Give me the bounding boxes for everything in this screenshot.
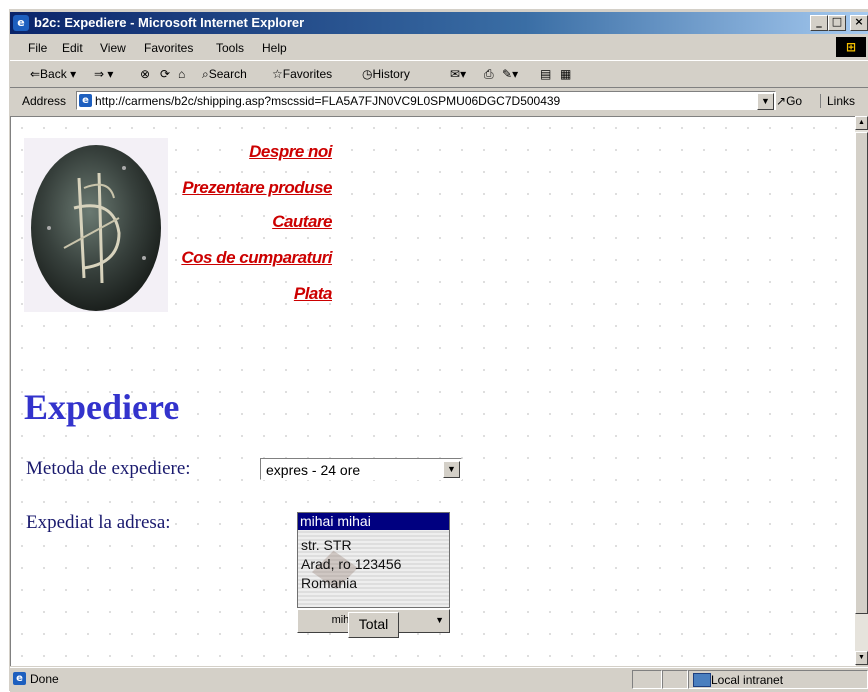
- address-bar: Address e http://carmens/b2c/shipping.as…: [10, 88, 868, 114]
- address-country: Romania: [301, 575, 358, 591]
- edit-button[interactable]: ✎▾: [502, 67, 518, 81]
- security-zone-panel: Local intranet: [688, 670, 868, 689]
- status-bar: e Done Local intranet: [10, 667, 868, 692]
- menu-file[interactable]: File: [28, 41, 47, 55]
- minimize-button[interactable]: _: [810, 15, 828, 31]
- forward-button[interactable]: ⇒ ▾: [94, 67, 113, 81]
- total-button[interactable]: Total: [348, 612, 399, 638]
- status-text: Done: [30, 672, 59, 686]
- mail-dropdown: ▾: [460, 67, 467, 81]
- windows-logo-icon: ⊞: [836, 37, 866, 57]
- menu-bar: File Edit View Favorites Tools Help ⊞: [10, 36, 868, 58]
- favorites-icon: ☆: [272, 67, 283, 81]
- standard-toolbar: ⇐Back ▾ ⇒ ▾ ⊗ ⟳ ⌂ ⌕Search ☆Favorites ◷Hi…: [10, 60, 868, 88]
- address-card[interactable]: mihai mihai str. STR Arad, ro 123456 Rom…: [297, 512, 450, 608]
- discuss-icon[interactable]: ▤: [540, 67, 551, 81]
- favorites-button[interactable]: ☆Favorites: [272, 67, 332, 81]
- ship-to-label: Expediat la adresa:: [26, 512, 171, 533]
- window-title: b2c: Expediere - Microsoft Internet Expl…: [34, 15, 305, 30]
- edit-dropdown: ▾: [512, 67, 519, 81]
- history-icon: ◷: [362, 67, 373, 81]
- mail-button[interactable]: ✉▾: [450, 67, 466, 81]
- address-input[interactable]: e http://carmens/b2c/shipping.asp?mscssi…: [76, 91, 776, 110]
- go-button[interactable]: ↗Go: [776, 94, 802, 108]
- page-done-icon: e: [13, 672, 26, 685]
- page-icon: e: [79, 94, 92, 107]
- scroll-thumb[interactable]: [855, 132, 868, 614]
- status-panel: [632, 670, 662, 689]
- menu-favorites[interactable]: Favorites: [144, 41, 193, 55]
- page-title: Expediere: [24, 387, 180, 427]
- address-street: str. STR: [301, 537, 352, 553]
- status-panel: [662, 670, 688, 689]
- menu-tools[interactable]: Tools: [216, 41, 244, 55]
- messenger-icon[interactable]: ▦: [560, 67, 571, 81]
- search-icon: ⌕: [202, 67, 209, 81]
- chevron-down-icon[interactable]: ▼: [443, 461, 460, 478]
- search-button[interactable]: ⌕Search: [202, 67, 247, 82]
- back-button[interactable]: ⇐Back ▾: [30, 67, 76, 81]
- go-label: Go: [786, 94, 803, 108]
- address-label: Address: [22, 94, 67, 108]
- ie-icon: e: [13, 15, 29, 31]
- print-icon[interactable]: ⎙: [484, 67, 494, 82]
- logo-emblem-icon: [31, 145, 161, 311]
- favorites-label: Favorites: [282, 67, 333, 81]
- shipping-method-select[interactable]: expres - 24 ore ▼: [260, 458, 462, 480]
- history-button[interactable]: ◷History: [362, 67, 410, 81]
- shipping-method-value: expres - 24 ore: [266, 462, 361, 478]
- search-label: Search: [208, 67, 247, 81]
- nav-link-cos-de-cumparaturi[interactable]: Cos de cumparaturi: [181, 248, 332, 268]
- refresh-icon[interactable]: ⟳: [160, 67, 170, 81]
- address-name: mihai mihai: [298, 513, 449, 530]
- home-icon[interactable]: ⌂: [178, 67, 185, 81]
- scroll-up-icon[interactable]: ▲: [855, 116, 868, 130]
- cropped-page-text: [0, 0, 868, 6]
- edit-icon: ✎: [502, 67, 513, 81]
- links-button[interactable]: Links: [820, 94, 855, 108]
- nav-link-prezentare-produse[interactable]: Prezentare produse: [182, 178, 332, 198]
- go-arrow-icon: ↗: [776, 94, 787, 108]
- shipping-method-label: Metoda de expediere:: [26, 458, 191, 479]
- intranet-icon: [693, 673, 711, 687]
- close-button[interactable]: ×: [850, 15, 868, 31]
- chevron-down-icon: ▼: [435, 615, 444, 625]
- history-label: History: [372, 67, 410, 81]
- address-city: Arad, ro 123456: [301, 556, 402, 572]
- mail-icon: ✉: [450, 67, 461, 81]
- menu-view[interactable]: View: [100, 41, 126, 55]
- address-dropdown-icon[interactable]: ▼: [757, 93, 774, 110]
- menu-edit[interactable]: Edit: [62, 41, 83, 55]
- nav-link-despre-noi[interactable]: Despre noi: [249, 142, 332, 162]
- security-zone-text: Local intranet: [711, 673, 784, 687]
- address-url: http://carmens/b2c/shipping.asp?mscssid=…: [95, 94, 561, 108]
- site-logo: [24, 138, 168, 312]
- menu-help[interactable]: Help: [262, 41, 287, 55]
- stop-icon[interactable]: ⊗: [140, 67, 150, 81]
- nav-link-plata[interactable]: Plata: [294, 284, 333, 304]
- title-bar[interactable]: e b2c: Expediere - Microsoft Internet Ex…: [10, 12, 868, 34]
- vertical-scrollbar[interactable]: ▲ ▼: [855, 116, 868, 665]
- nav-link-cautare[interactable]: Cautare: [272, 212, 332, 232]
- maximize-button[interactable]: □: [828, 15, 846, 31]
- scroll-down-icon[interactable]: ▼: [855, 651, 868, 665]
